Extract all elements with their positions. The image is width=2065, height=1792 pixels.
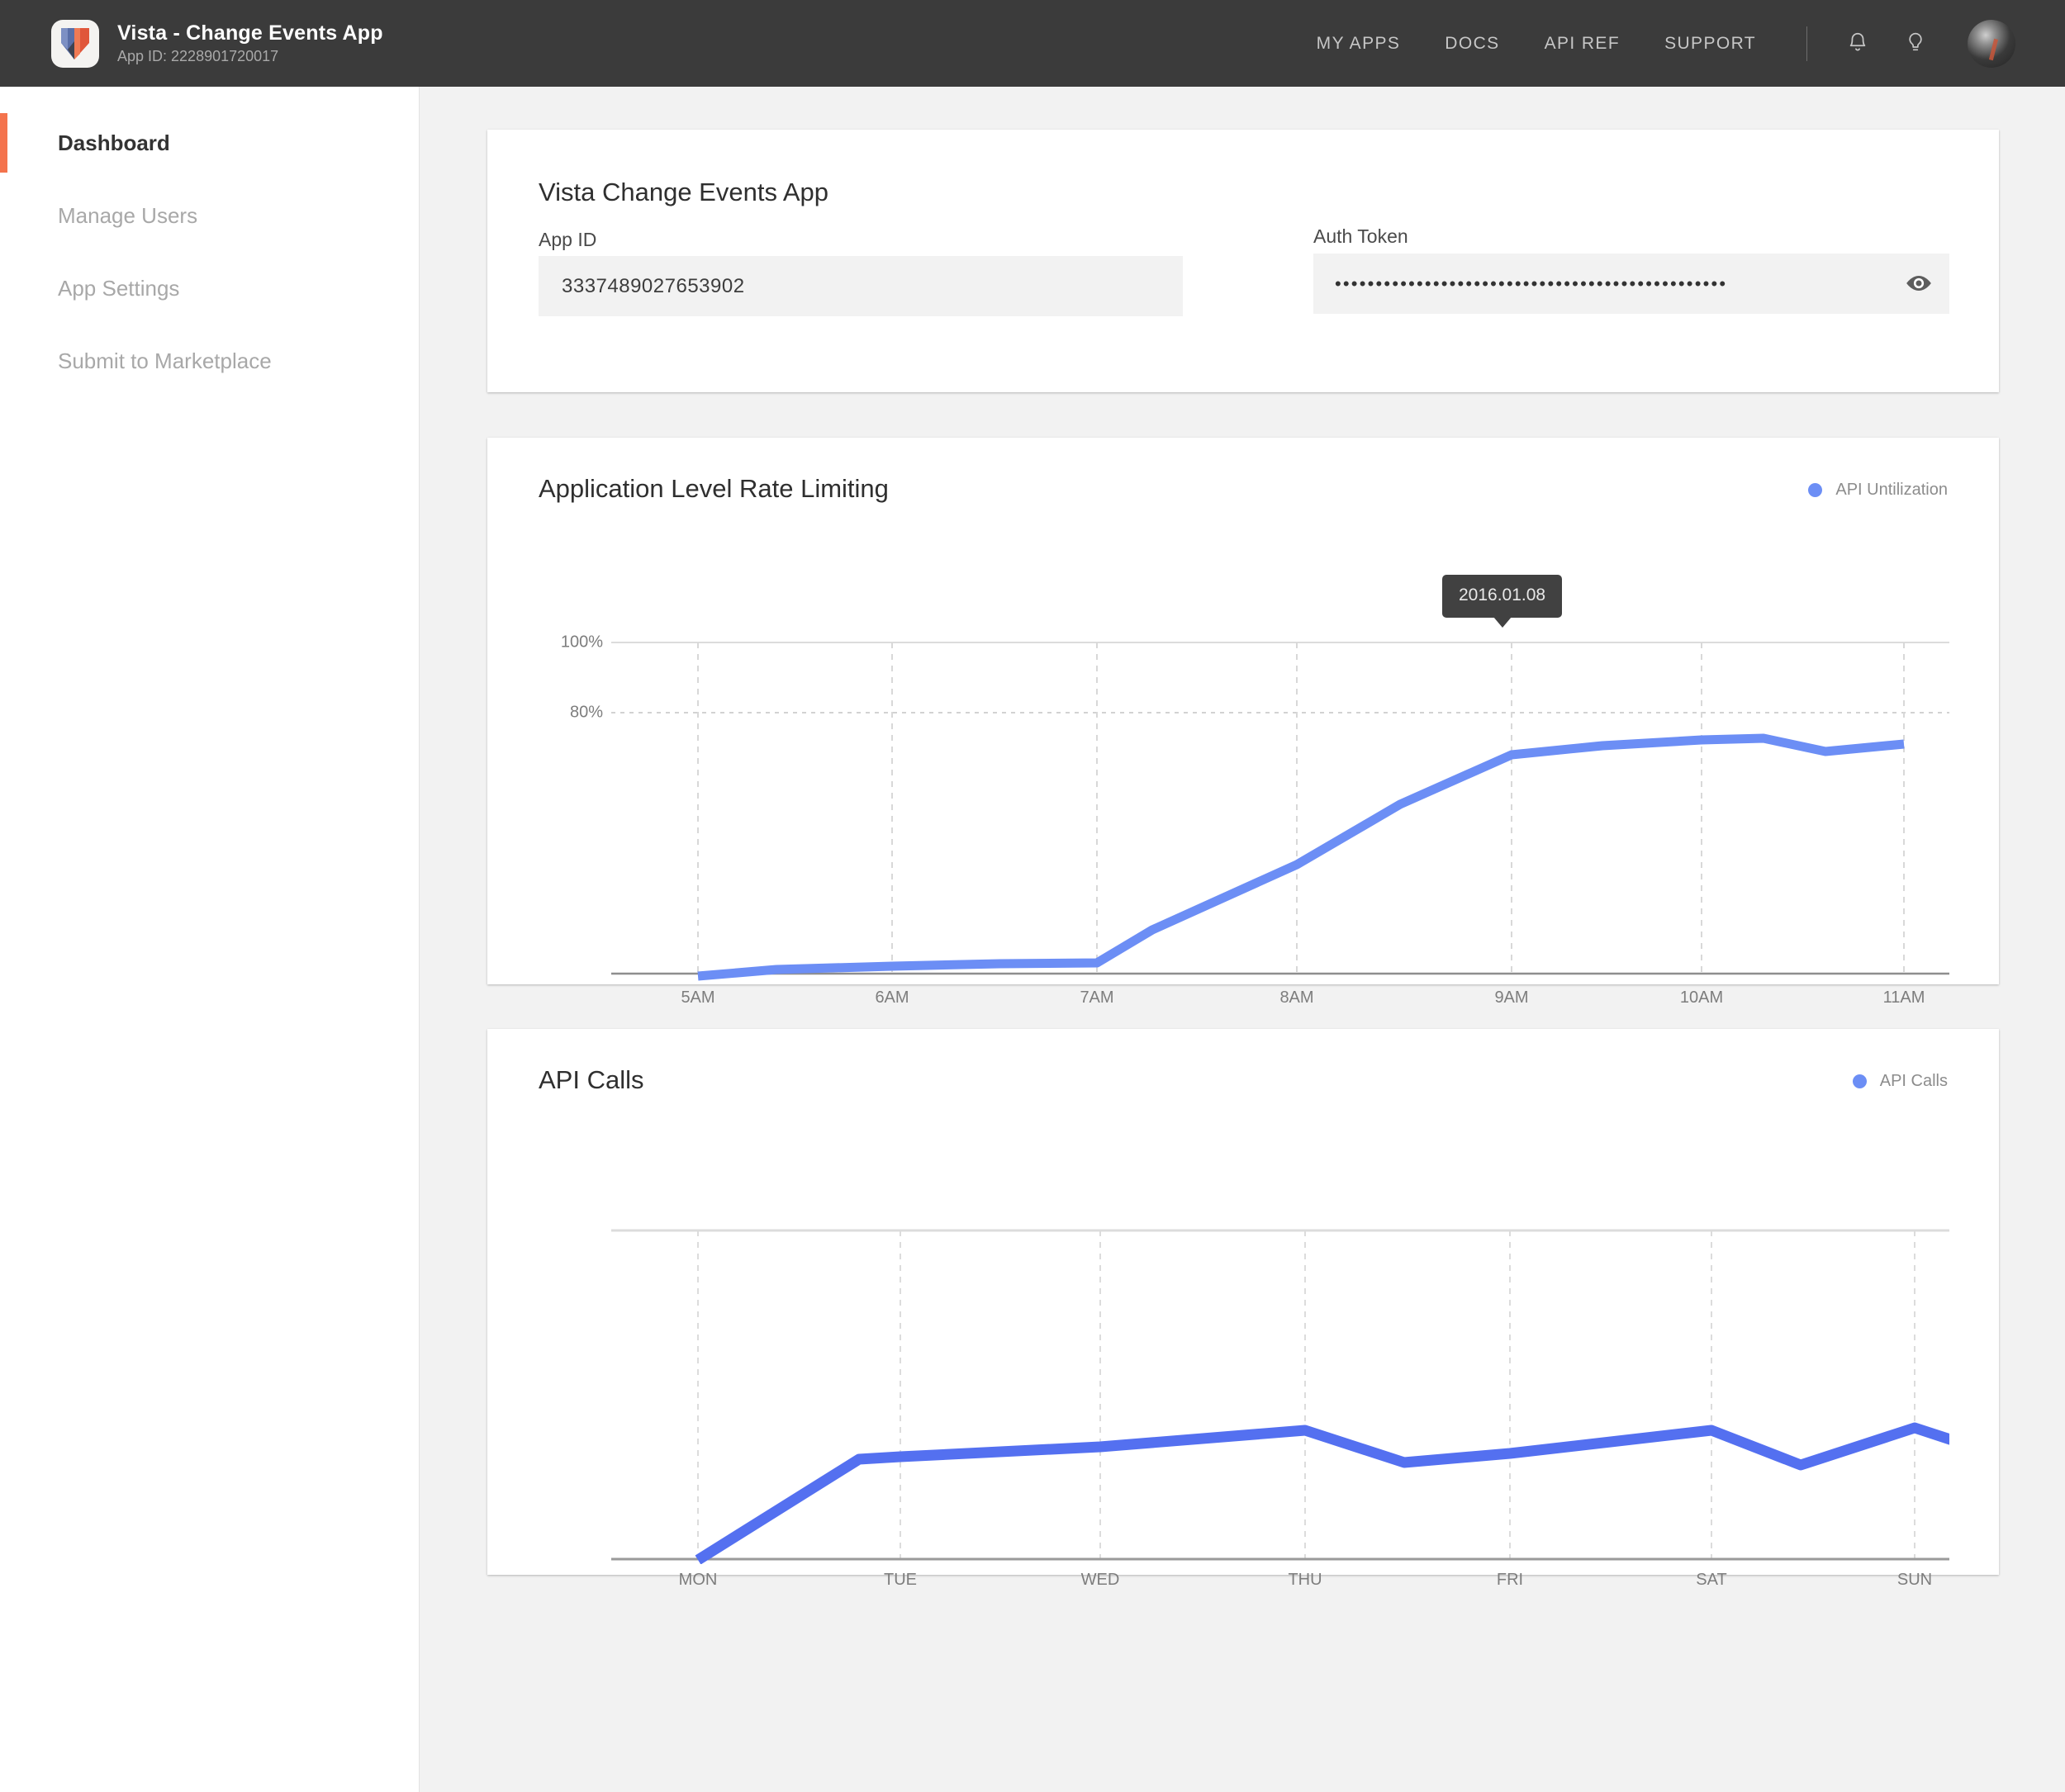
- nav-docs[interactable]: DOCS: [1445, 34, 1499, 54]
- avatar[interactable]: [1968, 19, 2015, 68]
- x-tick-mon: MON: [678, 1571, 718, 1589]
- sidebar-item-label: Dashboard: [58, 130, 170, 155]
- sidebar-item-label: App Settings: [58, 275, 180, 301]
- sidebar-item-label: Submit to Marketplace: [58, 348, 272, 373]
- rate-limiting-plot[interactable]: [611, 636, 1949, 983]
- legend-marker-icon: [1808, 483, 1823, 497]
- api-calls-card: API Calls API Calls MON TUE WED THU FRI …: [487, 1029, 1999, 1589]
- rate-chart-title: Application Level Rate Limiting: [539, 474, 889, 503]
- app-title: Vista - Change Events App: [117, 21, 383, 45]
- rate-limiting-card: Application Level Rate Limiting API Unti…: [487, 438, 1999, 1007]
- y-tick-100: 100%: [560, 633, 603, 652]
- legend-label: API Untilization: [1835, 481, 1948, 499]
- legend-marker-icon: [1852, 1074, 1867, 1088]
- app-id-label: App ID: [539, 229, 597, 250]
- app-info-card: Vista Change Events App App ID 333748902…: [487, 130, 1999, 392]
- sidebar-item-submit-to-marketplace[interactable]: Submit to Marketplace: [0, 325, 419, 397]
- calls-chart-title: API Calls: [539, 1065, 644, 1094]
- x-tick-8am: 8AM: [1279, 988, 1314, 1007]
- eye-icon[interactable]: [1888, 254, 1949, 314]
- top-navigation: MY APPS DOCS API REF SUPPORT: [1294, 0, 2065, 87]
- vista-gem-logo-icon: [51, 19, 99, 68]
- auth-token-value: ••••••••••••••••••••••••••••••••••••••••…: [1335, 274, 1728, 293]
- x-tick-sun: SUN: [1896, 1571, 1933, 1589]
- brand[interactable]: Vista - Change Events App App ID: 222890…: [51, 19, 383, 68]
- x-tick-wed: WED: [1080, 1571, 1120, 1589]
- nav-my-apps[interactable]: MY APPS: [1317, 34, 1401, 54]
- app-id-subtitle: App ID: 2228901720017: [117, 47, 279, 64]
- app-id-field[interactable]: 3337489027653902: [539, 256, 1183, 316]
- notification-bell-icon[interactable]: [1839, 25, 1877, 63]
- chart-tooltip: 2016.01.08: [1442, 575, 1563, 628]
- x-tick-thu: THU: [1288, 1571, 1322, 1589]
- sidebar-item-app-settings[interactable]: App Settings: [0, 252, 419, 325]
- x-tick-fri: FRI: [1496, 1571, 1524, 1589]
- sidebar-item-dashboard[interactable]: Dashboard: [0, 107, 419, 179]
- legend-label: API Calls: [1879, 1072, 1948, 1090]
- x-tick-6am: 6AM: [875, 988, 909, 1007]
- app-id-value: 3337489027653902: [562, 274, 745, 297]
- sidebar-item-manage-users[interactable]: Manage Users: [0, 179, 419, 252]
- calls-chart-legend[interactable]: API Calls: [1852, 1072, 1948, 1091]
- y-tick-80: 80%: [569, 703, 603, 722]
- sidebar-item-label: Manage Users: [58, 202, 198, 228]
- x-tick-5am: 5AM: [681, 988, 715, 1007]
- app-card-title: Vista Change Events App: [539, 178, 829, 206]
- x-tick-11am: 11AM: [1882, 988, 1925, 1007]
- top-bar: Vista - Change Events App App ID: 222890…: [0, 0, 2065, 87]
- api-calls-plot[interactable]: [611, 1225, 1949, 1564]
- rate-chart-legend[interactable]: API Untilization: [1808, 481, 1948, 500]
- nav-support[interactable]: SUPPORT: [1664, 34, 1756, 54]
- nav-api-ref[interactable]: API REF: [1545, 34, 1620, 54]
- x-tick-9am: 9AM: [1494, 988, 1529, 1007]
- x-tick-tue: TUE: [884, 1571, 917, 1589]
- auth-token-label: Auth Token: [1313, 225, 1408, 247]
- x-tick-7am: 7AM: [1080, 988, 1114, 1007]
- lightbulb-icon[interactable]: [1896, 25, 1934, 63]
- sidebar: Dashboard Manage Users App Settings Subm…: [0, 87, 420, 1792]
- main-content: Vista Change Events App App ID 333748902…: [420, 87, 2065, 1792]
- x-tick-10am: 10AM: [1679, 988, 1724, 1007]
- auth-token-field[interactable]: ••••••••••••••••••••••••••••••••••••••••…: [1313, 254, 1949, 314]
- x-tick-sat: SAT: [1696, 1571, 1727, 1589]
- nav-divider: [1806, 26, 1807, 61]
